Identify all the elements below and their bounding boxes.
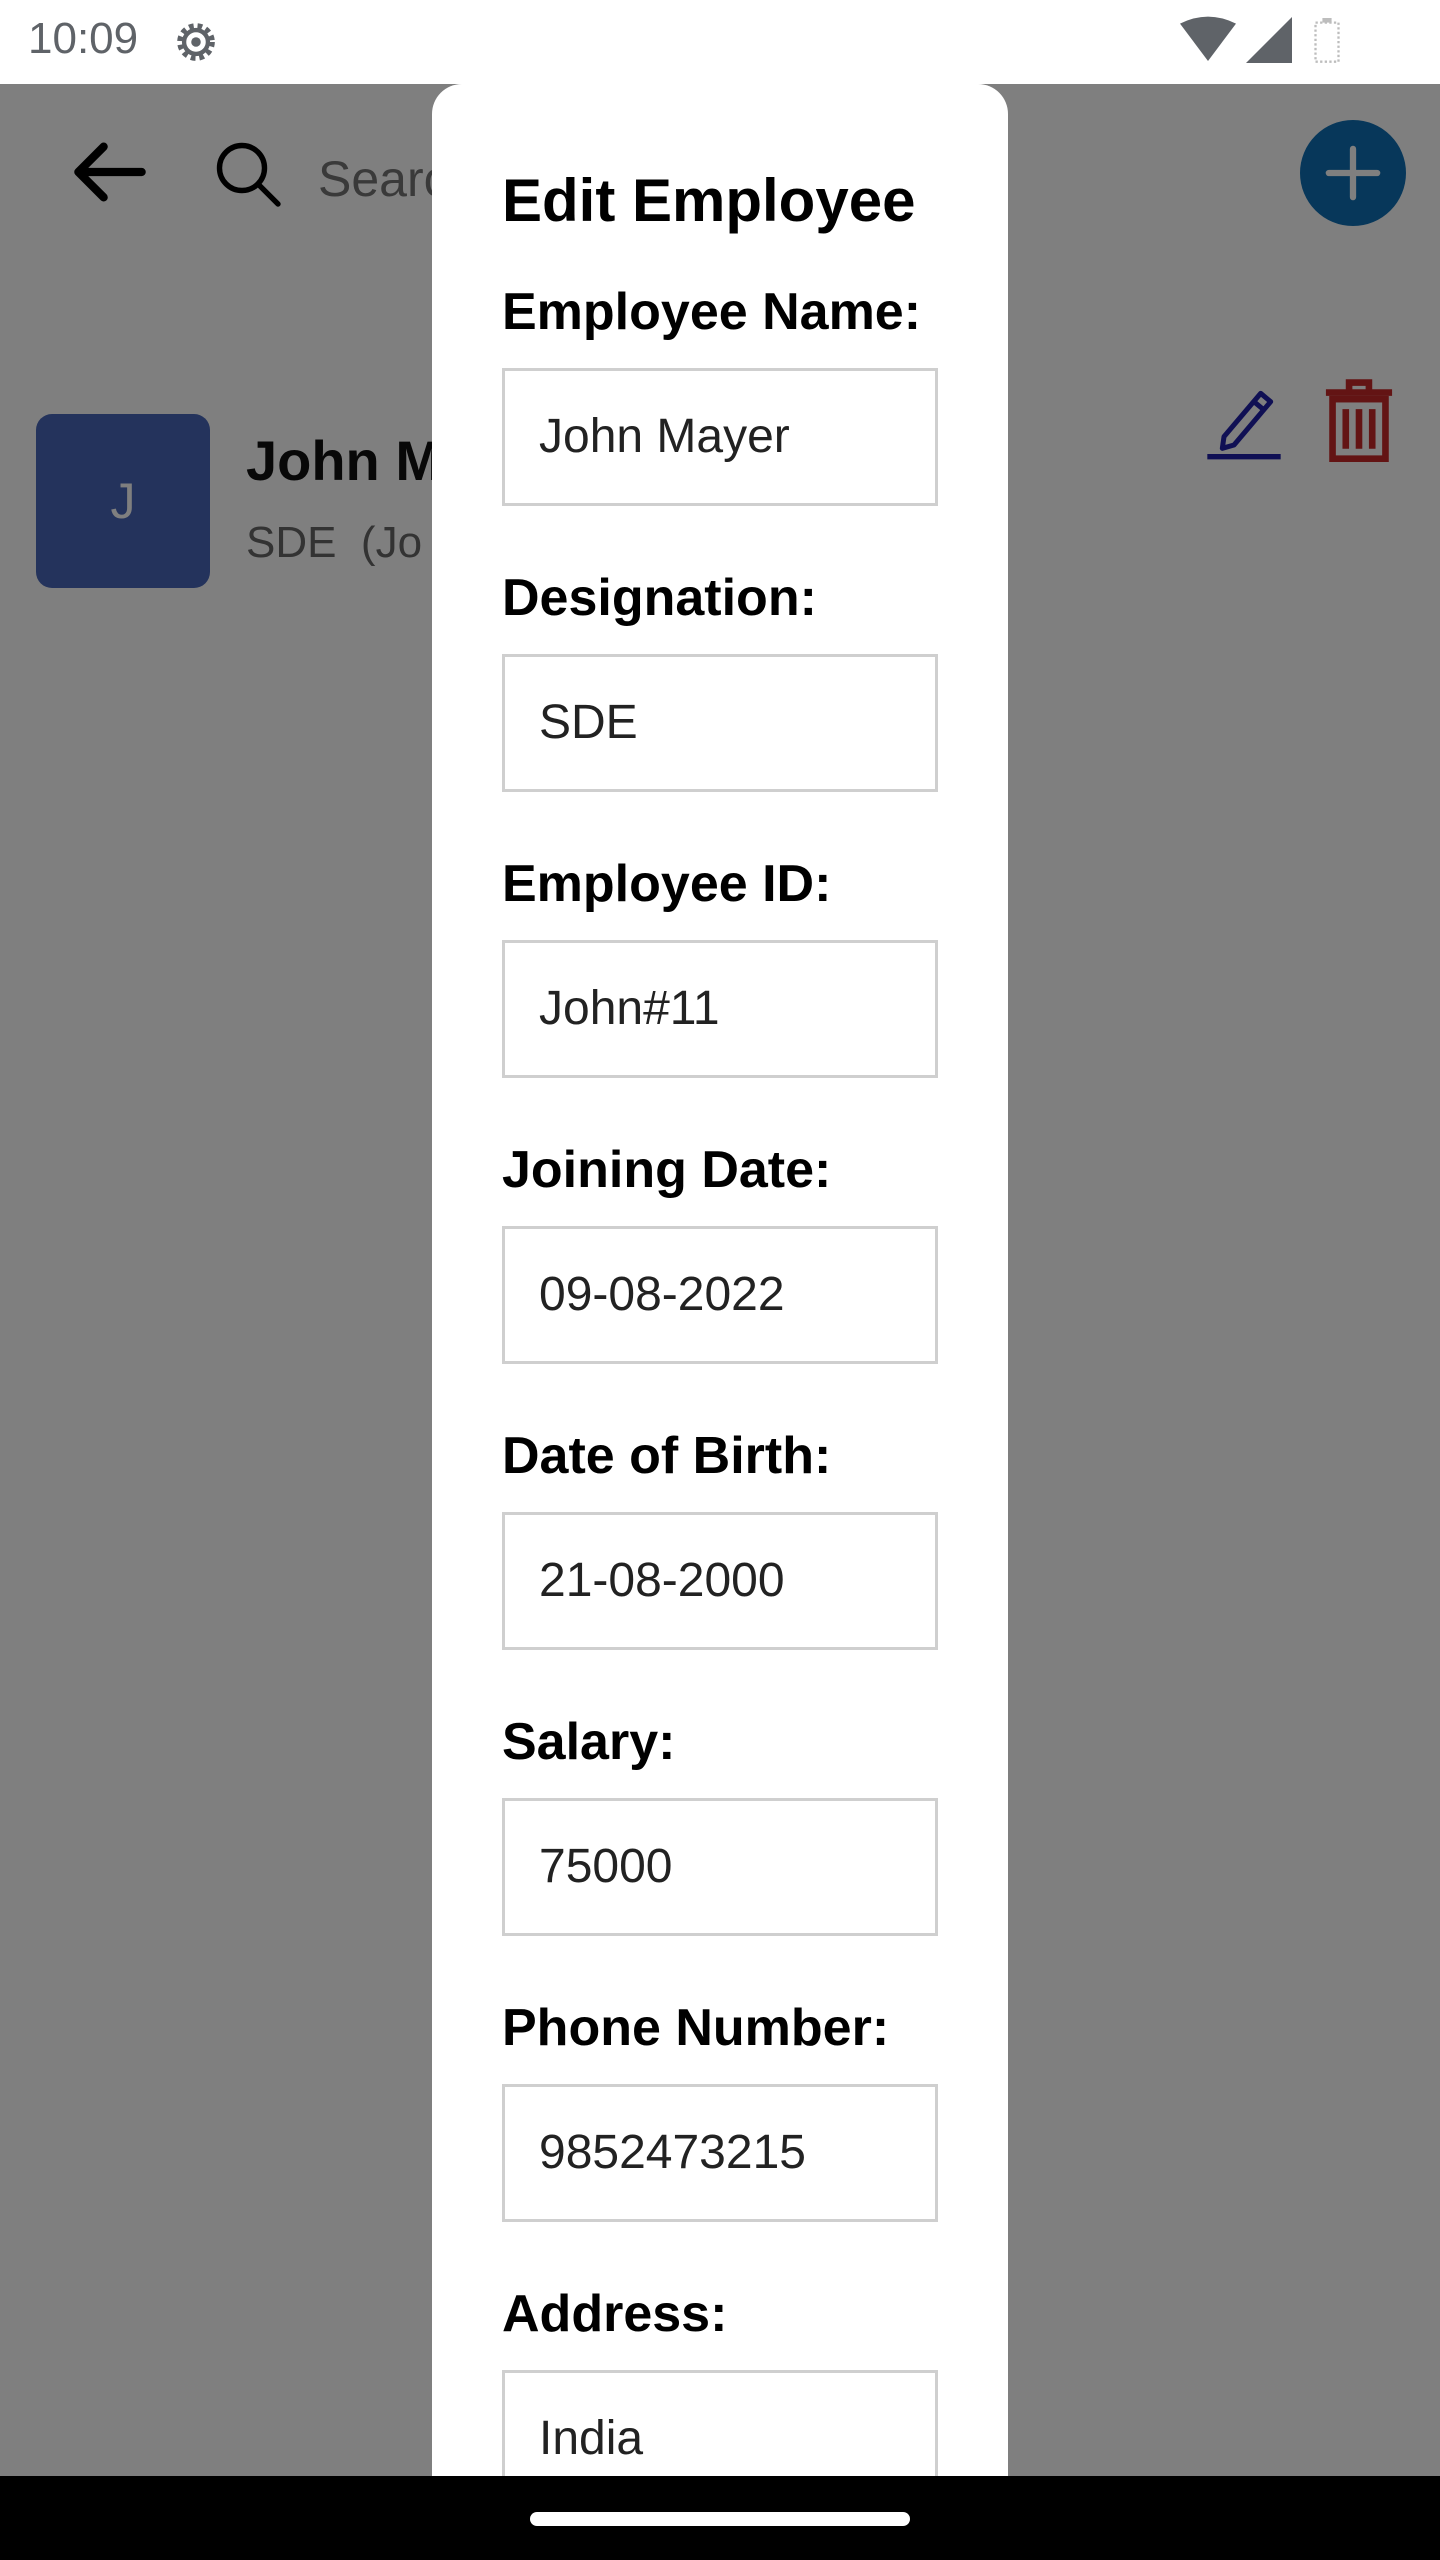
employee-name-field[interactable]: John Mayer	[502, 368, 938, 506]
settings-gear-icon	[177, 23, 215, 61]
edit-employee-dialog: Edit Employee Employee Name: John Mayer …	[432, 84, 1008, 2476]
address-field[interactable]: India	[502, 2370, 938, 2476]
status-time: 10:09	[28, 14, 139, 63]
designation-label: Designation:	[502, 569, 817, 627]
joining-date-field[interactable]: 09-08-2022	[502, 1226, 938, 1364]
employee-id-label: Employee ID:	[502, 855, 832, 913]
navigation-bar	[0, 2476, 1440, 2560]
wifi-icon	[1180, 16, 1236, 62]
status-bar: 10:09	[0, 0, 1440, 84]
joining-date-value: 09-08-2022	[539, 1268, 785, 1321]
phone-number-label: Phone Number:	[502, 1999, 890, 2057]
designation-field[interactable]: SDE	[502, 654, 938, 792]
designation-value: SDE	[539, 696, 638, 749]
battery-icon	[1314, 18, 1340, 63]
date-of-birth-field[interactable]: 21-08-2000	[502, 1512, 938, 1650]
home-gesture-handle[interactable]	[530, 2512, 910, 2526]
employee-id-value: John#11	[539, 982, 720, 1035]
employee-name-value: John Mayer	[539, 410, 790, 463]
cellular-signal-icon	[1246, 17, 1292, 63]
joining-date-label: Joining Date:	[502, 1141, 832, 1199]
phone-number-value: 9852473215	[539, 2126, 806, 2179]
salary-field[interactable]: 75000	[502, 1798, 938, 1936]
dialog-title: Edit Employee	[502, 167, 916, 234]
salary-value: 75000	[539, 1840, 673, 1893]
phone-number-field[interactable]: 9852473215	[502, 2084, 938, 2222]
date-of-birth-value: 21-08-2000	[539, 1554, 785, 1607]
salary-label: Salary:	[502, 1713, 676, 1771]
address-label: Address:	[502, 2285, 728, 2343]
date-of-birth-label: Date of Birth:	[502, 1427, 832, 1485]
employee-name-label: Employee Name:	[502, 283, 922, 341]
employee-id-field[interactable]: John#11	[502, 940, 938, 1078]
address-value: India	[539, 2412, 644, 2465]
